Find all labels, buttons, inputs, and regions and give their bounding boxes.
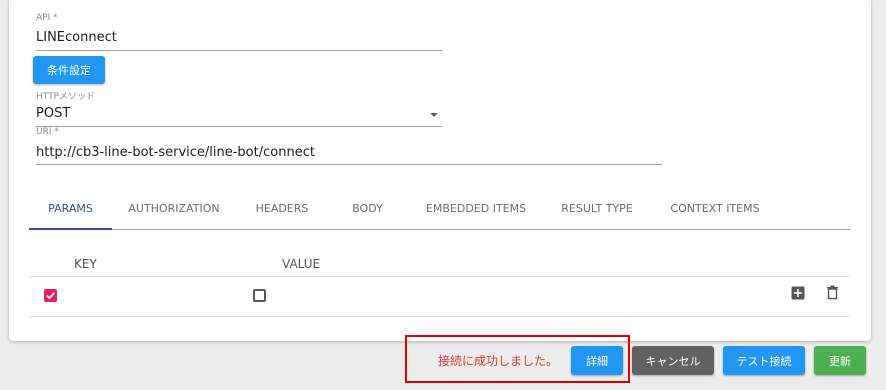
api-field-value[interactable]: LINEconnect xyxy=(36,30,117,45)
tab-body[interactable]: BODY xyxy=(339,190,396,227)
http-method-label: HTTPメソッド xyxy=(36,92,96,102)
chevron-down-icon[interactable] xyxy=(430,113,438,117)
api-field[interactable]: API * LINEconnect xyxy=(36,13,442,51)
uri-field[interactable]: URI * http://cb3-line-bot-service/line-b… xyxy=(36,127,662,165)
http-method-select[interactable]: HTTPメソッド POST xyxy=(36,89,442,127)
api-field-underline xyxy=(36,50,442,51)
test-connection-button[interactable]: テスト接続 xyxy=(723,346,805,375)
tab-params[interactable]: PARAMS xyxy=(29,190,112,227)
connection-status-message: 接続に成功しました。 xyxy=(438,354,559,368)
cancel-button[interactable]: キャンセル xyxy=(632,346,714,375)
uri-field-underline xyxy=(36,164,662,165)
tab-embedded-items[interactable]: EMBEDDED ITEMS xyxy=(418,190,534,227)
value-column-header: VALUE xyxy=(282,257,321,271)
key-column-header: KEY xyxy=(74,257,97,271)
api-settings-card: API * LINEconnect 条件設定 HTTPメソッド POST URI… xyxy=(9,0,871,341)
row-value-checkbox[interactable] xyxy=(253,289,266,302)
http-method-value[interactable]: POST xyxy=(36,106,70,121)
tab-result-type[interactable]: RESULT TYPE xyxy=(550,190,644,227)
tab-bar: PARAMS AUTHORIZATION HEADERS BODY EMBEDD… xyxy=(29,190,850,230)
uri-field-label: URI * xyxy=(36,127,59,137)
active-tab-indicator xyxy=(29,228,112,230)
tab-headers[interactable]: HEADERS xyxy=(244,190,320,227)
update-button[interactable]: 更新 xyxy=(814,346,866,375)
table-row-divider xyxy=(29,316,850,317)
condition-settings-button[interactable]: 条件設定 xyxy=(33,56,105,84)
table-header-divider xyxy=(29,276,850,277)
uri-field-value[interactable]: http://cb3-line-bot-service/line-bot/con… xyxy=(36,145,315,160)
api-field-label: API * xyxy=(36,13,58,23)
tab-authorization[interactable]: AUTHORIZATION xyxy=(119,190,229,227)
row-enabled-checkbox[interactable] xyxy=(44,289,57,302)
trash-icon[interactable] xyxy=(826,285,839,300)
add-box-icon[interactable] xyxy=(791,286,805,300)
detail-button[interactable]: 詳細 xyxy=(571,346,623,375)
check-icon xyxy=(46,292,55,300)
tab-context-items[interactable]: CONTEXT ITEMS xyxy=(661,190,769,227)
